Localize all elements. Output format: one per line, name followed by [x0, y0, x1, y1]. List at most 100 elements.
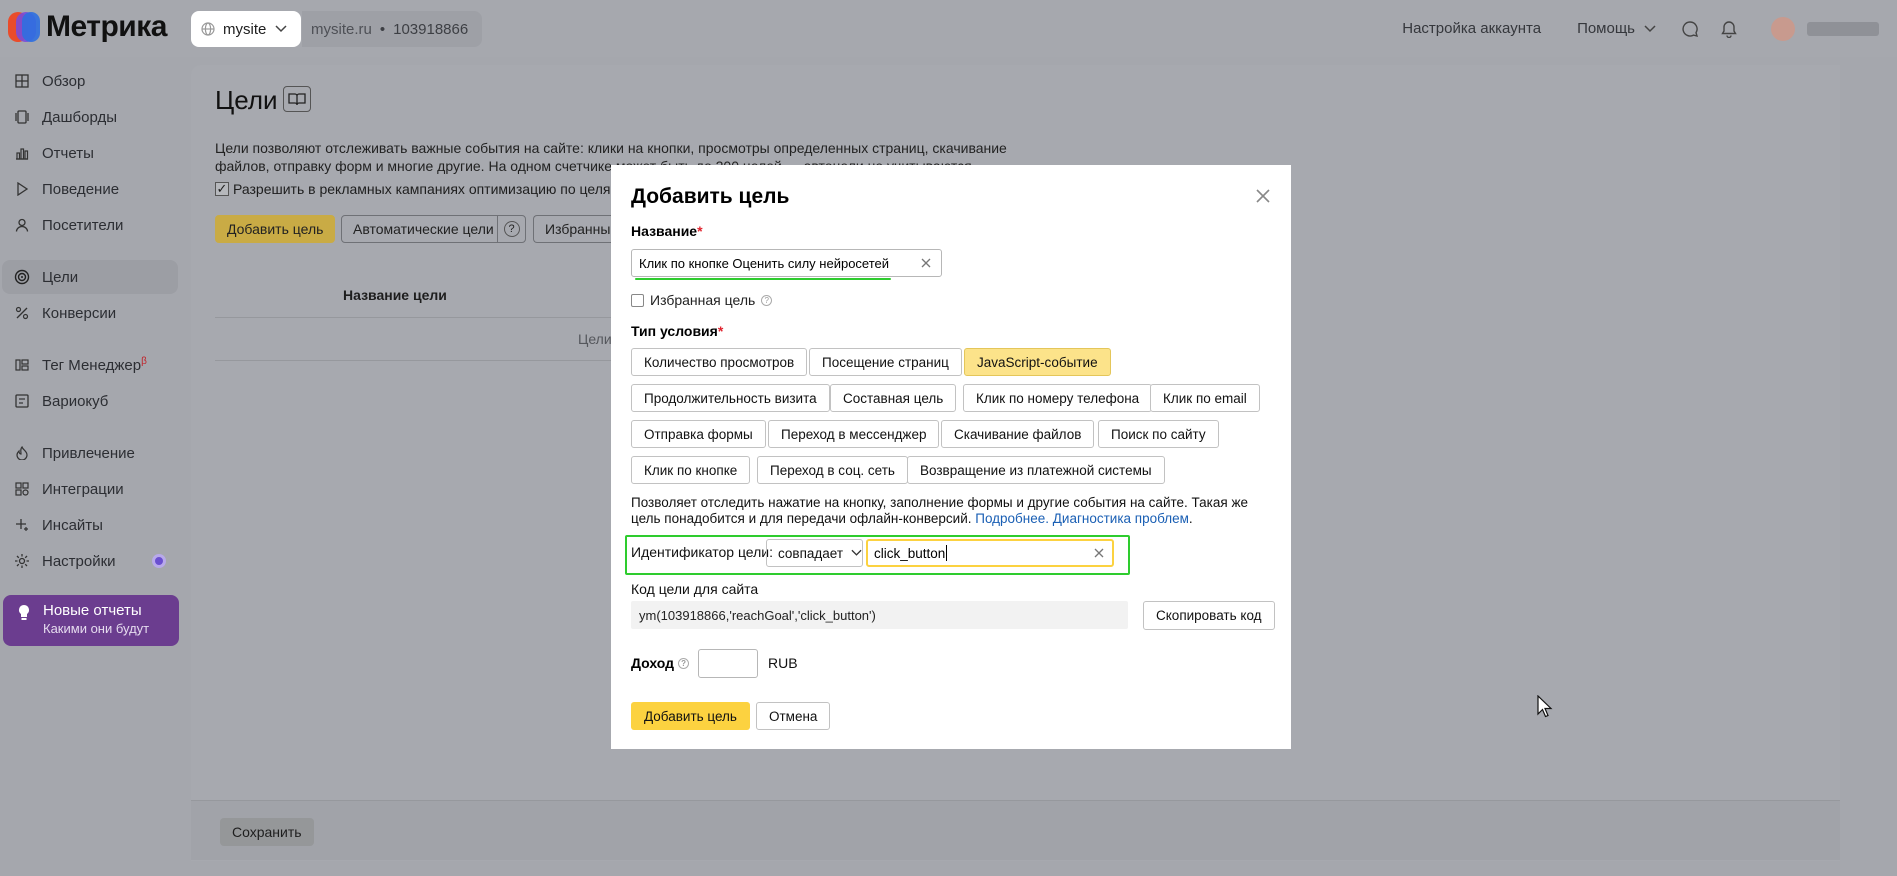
top-bar: Метрика mysite mysite.ru • 103918866 Нас…: [0, 0, 1897, 57]
favorites-filter-button[interactable]: Избранные: [533, 215, 611, 243]
goal-id-input[interactable]: click_button: [866, 539, 1114, 567]
add-goal-button-bg[interactable]: Добавить цель: [215, 215, 336, 243]
currency-label: RUB: [768, 655, 798, 671]
diagnostics-link[interactable]: Диагностика проблем: [1053, 511, 1189, 526]
match-type-select[interactable]: совпадает: [766, 539, 863, 567]
cancel-button[interactable]: Отмена: [756, 702, 831, 730]
chat-icon[interactable]: [1681, 20, 1699, 38]
sidebar-item-label: Инсайты: [42, 516, 103, 534]
condition-visit-duration[interactable]: Продолжительность визита: [631, 384, 830, 412]
sidebar-item-integrations[interactable]: Интеграции: [14, 473, 124, 505]
condition-messenger[interactable]: Переход в мессенджер: [768, 420, 940, 448]
table-divider: [215, 317, 635, 318]
sidebar-item-conversions[interactable]: Конверсии: [14, 297, 116, 329]
more-info-link[interactable]: Подробнее.: [975, 511, 1049, 526]
help-menu[interactable]: Помощь: [1577, 20, 1657, 37]
sidebar-item-label: Поведение: [42, 180, 120, 198]
checkmark-icon: ✓: [215, 181, 229, 196]
sidebar-item-acquisition[interactable]: Привлечение: [14, 437, 135, 469]
income-input[interactable]: [698, 649, 758, 678]
add-goal-button[interactable]: Добавить цель: [631, 702, 750, 730]
checkbox-box[interactable]: [631, 293, 644, 307]
site-selector[interactable]: mysite: [191, 11, 301, 47]
docs-button[interactable]: [283, 86, 311, 112]
text-caret: [946, 545, 948, 561]
site-name: mysite: [223, 20, 267, 38]
sidebar-item-variocube[interactable]: Вариокуб: [14, 385, 108, 417]
sidebar-item-insights[interactable]: Инсайты: [14, 509, 103, 541]
sidebar-item-label: Вариокуб: [42, 392, 109, 410]
lightbulb-icon: [19, 605, 30, 620]
favorite-goal-checkbox[interactable]: Избранная цель ?: [631, 292, 773, 308]
income-label: Доход ?: [631, 655, 690, 671]
highlight-underline: [635, 278, 891, 280]
info-icon[interactable]: ?: [761, 294, 773, 306]
globe-icon: [201, 22, 215, 36]
question-icon: ?: [503, 221, 520, 237]
flame-icon: [14, 445, 30, 461]
ads-optimization-checkbox[interactable]: ✓ Разрешить в рекламных кампаниях оптими…: [215, 181, 640, 197]
logo-text: Метрика: [46, 10, 167, 43]
clear-icon[interactable]: [1092, 546, 1106, 560]
condition-site-search[interactable]: Поиск по сайту: [1098, 420, 1219, 448]
condition-composite[interactable]: Составная цель: [830, 384, 957, 412]
sidebar-item-label: Обзор: [42, 72, 86, 90]
close-icon[interactable]: [1252, 185, 1274, 207]
condition-file-download[interactable]: Скачивание файлов: [941, 420, 1095, 448]
goal-name-input[interactable]: Клик по кнопке Оценить силу нейросетей: [631, 249, 942, 277]
info-icon[interactable]: ?: [678, 657, 690, 669]
sidebar-item-goals[interactable]: Цели: [14, 261, 78, 293]
gear-icon: [14, 553, 30, 569]
table-empty-text: Цели: [578, 331, 612, 347]
condition-description: Позволяет отследить нажатие на кнопку, з…: [631, 495, 1248, 526]
condition-button-click[interactable]: Клик по кнопке: [631, 456, 751, 484]
metrika-logo[interactable]: Метрика: [8, 10, 167, 44]
page-footer: Сохранить: [191, 800, 1840, 860]
sparkle-icon: [14, 517, 30, 533]
condition-form-submit[interactable]: Отправка формы: [631, 420, 766, 448]
account-settings-link[interactable]: Настройка аккаунта: [1402, 20, 1541, 37]
goal-name-value: Клик по кнопке Оценить силу нейросетей: [639, 255, 890, 271]
promo-subtitle: Какими они будут: [43, 621, 150, 636]
sidebar-item-dashboards[interactable]: Дашборды: [14, 101, 117, 133]
integrations-icon: [14, 481, 30, 497]
sidebar-item-label: Тег Менеджерβ: [42, 356, 147, 374]
auto-goals-button[interactable]: Автоматические цели: [341, 215, 506, 243]
clear-icon[interactable]: [919, 256, 933, 270]
copy-code-button[interactable]: Скопировать код: [1143, 601, 1275, 630]
condition-views[interactable]: Количество просмотров: [631, 348, 808, 376]
target-icon: [14, 269, 30, 285]
condition-phone-click[interactable]: Клик по номеру телефона: [963, 384, 1153, 412]
person-icon: [14, 217, 30, 233]
condition-social-network[interactable]: Переход в соц. сеть: [757, 456, 908, 484]
counter-info: mysite.ru • 103918866: [302, 11, 482, 47]
sidebar-item-settings[interactable]: Настройки: [14, 545, 116, 577]
goal-code-field[interactable]: ym(103918866,'reachGoal','click_button'): [631, 601, 1128, 629]
book-icon: [288, 93, 306, 106]
chevron-down-icon: [275, 25, 287, 33]
site-code-label: Код цели для сайта: [631, 581, 759, 597]
sidebar: Обзор Дашборды Отчеты Поведение Посетите…: [0, 57, 186, 876]
help-button[interactable]: ?: [497, 215, 526, 243]
favorite-goal-label: Избранная цель: [650, 292, 756, 308]
counter-id: 103918866: [393, 20, 469, 38]
save-button[interactable]: Сохранить: [220, 818, 314, 846]
play-icon: [14, 181, 30, 197]
right-gutter: [1840, 65, 1897, 876]
sidebar-item-behavior[interactable]: Поведение: [14, 173, 119, 205]
bell-icon[interactable]: [1721, 20, 1737, 38]
page-title: Цели: [215, 85, 278, 115]
condition-email-click[interactable]: Клик по email: [1150, 384, 1260, 412]
condition-page-visit[interactable]: Посещение страниц: [809, 348, 962, 376]
beta-badge: β: [141, 356, 147, 367]
sidebar-item-label: Привлечение: [42, 444, 135, 462]
sidebar-item-visitors[interactable]: Посетители: [14, 209, 123, 241]
sidebar-item-label: Отчеты: [42, 144, 94, 162]
condition-payment-return[interactable]: Возвращение из платежной системы: [907, 456, 1165, 484]
new-reports-promo[interactable]: Новые отчеты Какими они будут: [3, 595, 179, 646]
sidebar-item-overview[interactable]: Обзор: [14, 65, 85, 97]
sidebar-item-reports[interactable]: Отчеты: [14, 137, 94, 169]
sidebar-item-tag-manager[interactable]: Тег Менеджерβ: [14, 349, 147, 381]
avatar[interactable]: [1771, 16, 1795, 41]
condition-js-event[interactable]: JavaScript-событие: [964, 348, 1111, 376]
